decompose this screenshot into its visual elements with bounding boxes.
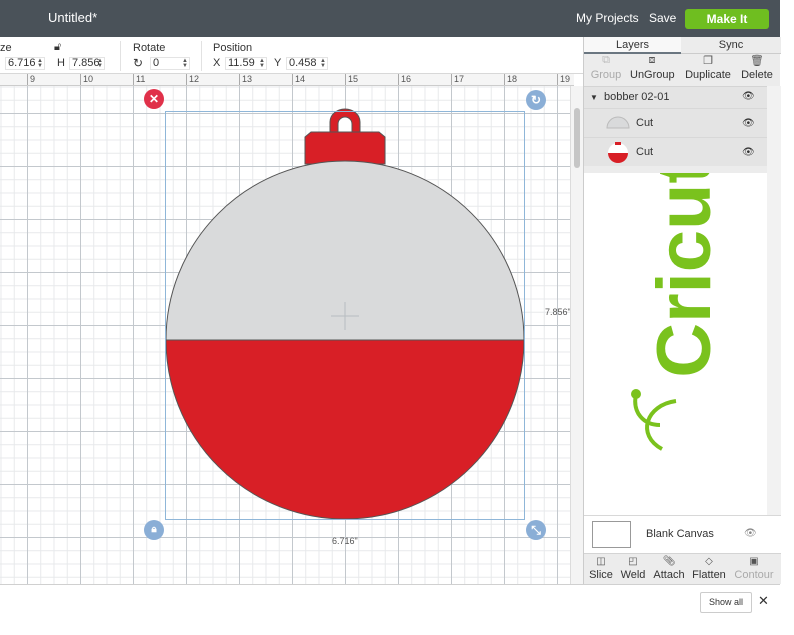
- delete-handle-icon[interactable]: ✕: [144, 89, 164, 109]
- design-space-window: Untitled* My Projects Save Make It ze 🔓︎…: [0, 0, 794, 635]
- weld-icon: ◰: [628, 556, 638, 567]
- divider: [120, 41, 121, 71]
- position-label: Position: [213, 42, 253, 54]
- width-field[interactable]: 6.716 ▲ ▼: [5, 57, 45, 70]
- tab-sync[interactable]: Sync: [681, 37, 781, 54]
- attach-icon: 📎︎: [662, 556, 676, 567]
- layers-empty-area: Cricut: [584, 173, 767, 515]
- layer-thumb-gray-icon: [606, 116, 630, 129]
- flatten-icon: ◇: [705, 556, 713, 567]
- visibility-eye-icon[interactable]: 👁︎: [742, 118, 755, 129]
- tab-layers[interactable]: Layers: [584, 37, 681, 54]
- canvas-scrollbar[interactable]: [570, 86, 583, 584]
- rotate-field[interactable]: 0 ▲ ▼: [150, 57, 190, 70]
- visibility-eye-icon[interactable]: 👁︎: [742, 147, 755, 158]
- layer-group-name: bobber 02-01: [604, 91, 670, 103]
- blank-canvas-label: Blank Canvas: [646, 528, 714, 540]
- ruler-tick-label: 9: [30, 74, 36, 84]
- divider: [201, 41, 202, 71]
- cricut-logo: Cricut: [631, 173, 727, 451]
- resize-handle-icon[interactable]: ⤡: [526, 520, 546, 540]
- group-button[interactable]: ⧉ Group: [588, 54, 624, 86]
- height-label: H: [57, 57, 65, 69]
- selection-box[interactable]: [165, 111, 525, 520]
- slice-button[interactable]: ◫ Slice: [588, 556, 614, 581]
- flatten-button[interactable]: ◇ Flatten: [691, 556, 727, 581]
- ruler-tick-label: 14: [295, 74, 306, 84]
- duplicate-button[interactable]: ❐ Duplicate: [684, 54, 732, 86]
- save-link[interactable]: Save: [649, 11, 676, 25]
- design-canvas[interactable]: ✕ ↻ 🔒︎ ⤡ 6.716" 7.856": [0, 86, 570, 584]
- trash-icon: 🗑︎: [750, 55, 764, 67]
- width-dimension: 6.716": [332, 536, 358, 546]
- ruler-tick-label: 13: [242, 74, 253, 84]
- my-projects-link[interactable]: My Projects: [576, 11, 639, 25]
- rotate-label: Rotate: [133, 42, 166, 54]
- layer-row[interactable]: Cut 👁︎: [584, 108, 767, 137]
- duplicate-icon: ❐: [703, 55, 713, 67]
- group-icon: ⧉: [602, 54, 610, 66]
- slice-icon: ◫: [596, 556, 606, 567]
- height-dimension: 7.856": [545, 307, 570, 317]
- x-position-field[interactable]: 11.59 ▲ ▼: [225, 57, 267, 70]
- contour-button[interactable]: ▣ Contour: [733, 556, 775, 581]
- layer-row[interactable]: Cut 👁︎: [584, 137, 767, 166]
- weld-button[interactable]: ◰ Weld: [619, 556, 647, 581]
- horizontal-ruler: 9 10 11 12 13 14 15 16 17 18 19: [0, 74, 574, 86]
- delete-button[interactable]: 🗑︎ Delete: [739, 54, 775, 86]
- y-label: Y: [274, 57, 282, 69]
- ruler-tick-label: 17: [454, 74, 465, 84]
- make-it-button[interactable]: Make It: [685, 9, 769, 29]
- ungroup-icon: ⧈: [648, 54, 656, 66]
- x-label: X: [213, 57, 221, 69]
- ruler-tick-label: 11: [136, 74, 146, 84]
- height-field[interactable]: 7.856 ▲ ▼: [69, 57, 105, 70]
- layer-label: Cut: [636, 117, 654, 129]
- layer-label: Cut: [636, 146, 654, 158]
- hidden-eye-icon[interactable]: 👁︎: [744, 528, 757, 539]
- caret-down-icon[interactable]: ▼: [590, 93, 598, 102]
- close-downloads-icon[interactable]: ✕: [758, 593, 769, 609]
- layer-group-row[interactable]: ▼ bobber 02-01 👁︎: [584, 86, 767, 108]
- rotate-handle-icon[interactable]: ↻: [526, 90, 546, 110]
- lock-handle-icon[interactable]: 🔒︎: [144, 520, 164, 540]
- rotate-icon: ↻: [133, 56, 144, 70]
- layers-panel: Layers Sync ⧉ Group ⧈ UnGroup ❐ Duplicat…: [583, 37, 781, 584]
- canvas-color-swatch[interactable]: [592, 521, 631, 548]
- visibility-eye-icon[interactable]: 👁︎: [742, 91, 755, 102]
- scroll-thumb[interactable]: [574, 108, 580, 168]
- project-title: Untitled*: [48, 10, 98, 25]
- ruler-tick-label: 12: [189, 74, 200, 84]
- attach-button[interactable]: 📎︎ Attach: [652, 556, 686, 581]
- edit-bar: ze 🔓︎ 6.716 ▲ ▼ H 7.856 ▲ ▼ Rotate ↻ 0 ▲ ▼ Pos…: [0, 37, 583, 74]
- y-position-field[interactable]: 0.458 ▲ ▼: [286, 57, 328, 70]
- size-label: ze: [0, 42, 12, 54]
- svg-text:Cricut: Cricut: [642, 173, 727, 378]
- ruler-tick-label: 16: [401, 74, 412, 84]
- ruler-tick-label: 19: [560, 74, 571, 84]
- contour-icon: ▣: [749, 556, 759, 567]
- show-all-button[interactable]: Show all: [700, 592, 752, 613]
- ruler-tick-label: 10: [83, 74, 94, 84]
- blank-canvas-row[interactable]: Blank Canvas 👁︎: [584, 515, 781, 553]
- ruler-tick-label: 15: [348, 74, 359, 84]
- ruler-tick-label: 18: [507, 74, 518, 84]
- ungroup-button[interactable]: ⧈ UnGroup: [630, 54, 675, 86]
- bottom-toolbar: ◫ Slice ◰ Weld 📎︎ Attach ◇ Flatten ▣ Contour: [584, 553, 781, 584]
- lock-icon[interactable]: 🔓︎: [54, 41, 61, 54]
- layer-thumb-red-icon: [608, 142, 628, 163]
- top-bar: Untitled* My Projects Save Make It: [0, 0, 780, 37]
- downloads-bar: Show all ✕: [0, 584, 780, 620]
- panel-scrollbar[interactable]: [767, 86, 781, 516]
